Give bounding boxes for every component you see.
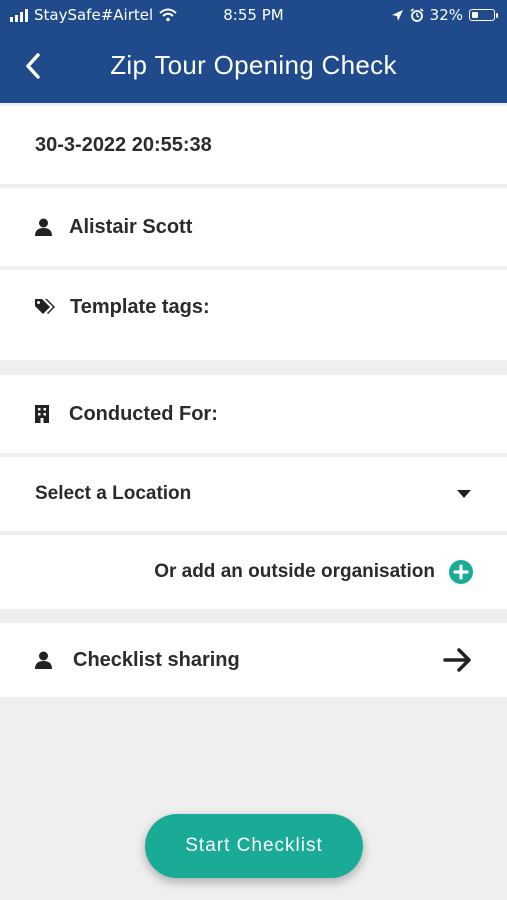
template-tags-row[interactable]: Template tags:	[0, 270, 507, 360]
add-organisation-label: Or add an outside organisation	[154, 561, 435, 582]
datetime-row: 30-3-2022 20:55:38	[0, 106, 507, 184]
battery-icon	[469, 9, 498, 21]
app-header: StaySafe#Airtel 8:55 PM 32% Zip Tour Ope…	[0, 0, 507, 103]
status-right: 32%	[391, 6, 498, 24]
location-select-value: Select a Location	[35, 483, 192, 504]
checklist-sharing-row[interactable]: Checklist sharing	[0, 623, 507, 697]
conducted-for-row: Conducted For:	[0, 375, 507, 453]
start-checklist-button[interactable]: Start Checklist	[145, 814, 363, 878]
checklist-sharing-label: Checklist sharing	[73, 648, 240, 671]
conducted-for-label: Conducted For:	[69, 402, 218, 425]
add-organisation-row[interactable]: Or add an outside organisation	[0, 535, 507, 609]
tags-icon	[35, 299, 55, 314]
alarm-icon	[410, 8, 424, 22]
plus-circle-icon[interactable]	[449, 560, 473, 584]
page-title: Zip Tour Opening Check	[110, 50, 397, 80]
caret-down-icon	[457, 490, 471, 498]
user-row: Alistair Scott	[0, 188, 507, 266]
battery-percent: 32%	[429, 6, 463, 24]
battery-fill	[472, 12, 478, 18]
user-name: Alistair Scott	[69, 215, 193, 238]
template-tags-label: Template tags:	[70, 296, 210, 318]
status-bar: StaySafe#Airtel 8:55 PM 32%	[0, 0, 507, 32]
building-icon	[35, 405, 49, 423]
person-icon	[35, 651, 52, 669]
arrow-right-icon	[443, 648, 471, 672]
person-icon	[35, 218, 52, 236]
location-select[interactable]: Select a Location	[0, 457, 507, 531]
datetime-value: 30-3-2022 20:55:38	[35, 133, 212, 156]
location-arrow-icon	[391, 9, 403, 21]
checklist-sharing-left: Checklist sharing	[35, 649, 240, 672]
